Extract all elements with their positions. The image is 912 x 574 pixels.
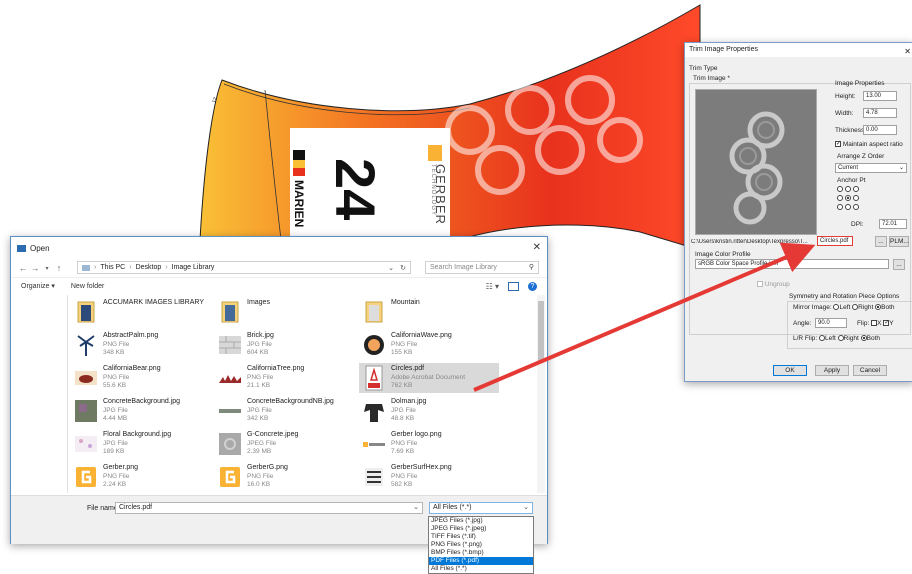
file-type-option[interactable]: JPEG Files (*.jpg) xyxy=(429,517,533,525)
file-type-dropdown[interactable]: JPEG Files (*.jpg) JPEG Files (*.jpeg) T… xyxy=(428,516,534,574)
file-type-option[interactable]: TIFF Files (*.tif) xyxy=(429,533,533,541)
file-type-option[interactable]: PNG Files (*.png) xyxy=(429,541,533,549)
annotation-arrow xyxy=(473,242,816,392)
file-type-option[interactable]: JPEG Files (*.jpeg) xyxy=(429,525,533,533)
file-type-option[interactable]: All Files (*.*) xyxy=(429,565,533,573)
file-type-option[interactable]: BMP Files (*.bmp) xyxy=(429,549,533,557)
annotation-overlay xyxy=(473,242,816,392)
file-type-option-selected[interactable]: PDF Files (*.pdf) xyxy=(429,557,533,565)
